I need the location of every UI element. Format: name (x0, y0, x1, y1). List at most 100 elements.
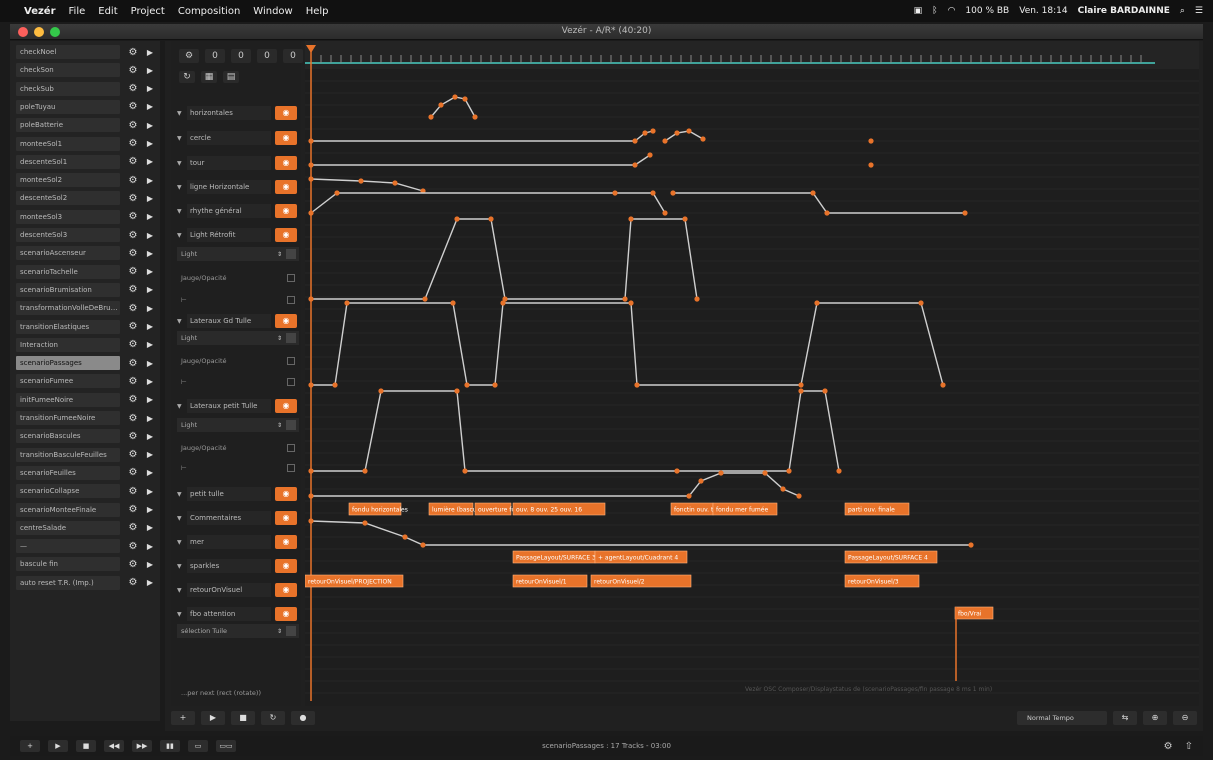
footer-button[interactable]: ▮▮ (160, 740, 180, 752)
composition-item[interactable]: centreSalade ⚙ ▶ (16, 520, 160, 535)
composition-item[interactable]: transformationVolleDeBrume ⚙ ▶ (16, 301, 160, 316)
track-name[interactable]: sparkles (187, 559, 271, 573)
gear-icon[interactable]: ⚙ (126, 339, 140, 350)
value-checkbox[interactable] (287, 464, 295, 472)
composition-item[interactable]: checkSon ⚙ ▶ (16, 63, 160, 78)
color-swatch[interactable] (286, 333, 296, 343)
transport-button[interactable]: ▶ (201, 711, 225, 725)
gear-icon[interactable]: ⚙ (126, 248, 140, 259)
zoom-in-button[interactable]: ⊕ (1143, 711, 1167, 725)
footer-button[interactable]: ▶▶ (132, 740, 152, 752)
composition-item[interactable]: transitionBasculeFeuilles ⚙ ▶ (16, 447, 160, 462)
composition-item[interactable]: — ⚙ ▶ (16, 539, 160, 554)
gear-icon[interactable]: ⚙ (126, 120, 140, 131)
track-row[interactable]: ▼ tour ◉ (177, 155, 299, 171)
track-name[interactable]: petit tulle (187, 487, 271, 501)
play-icon[interactable]: ▶ (144, 121, 156, 130)
composition-item[interactable]: descenteSol3 ⚙ ▶ (16, 228, 160, 242)
disclosure-icon[interactable]: ▼ (177, 110, 187, 117)
gear-icon[interactable]: ⚙ (126, 376, 140, 387)
play-icon[interactable]: ▶ (144, 450, 156, 459)
track-name[interactable]: horizontales (187, 106, 271, 120)
dmx-checkbox[interactable] (287, 444, 295, 452)
play-icon[interactable]: ▶ (144, 432, 156, 441)
disclosure-icon[interactable]: ▼ (177, 611, 187, 618)
transport-button[interactable]: ● (291, 711, 315, 725)
tp-gear-button[interactable]: ⚙ (179, 49, 199, 63)
tp-field-0[interactable]: 0 (205, 49, 225, 63)
track-row[interactable]: ▼ Lateraux petit Tulle ◉ (177, 398, 299, 414)
track-name[interactable]: retourOnVisuel (187, 583, 271, 597)
settings-icon[interactable]: ⚙ (1164, 741, 1173, 752)
eye-icon[interactable]: ◉ (275, 204, 297, 218)
eye-icon[interactable]: ◉ (275, 487, 297, 501)
composition-item[interactable]: scenarioBrumisation ⚙ ▶ (16, 282, 160, 297)
tp-field-2[interactable]: 0 (257, 49, 277, 63)
last-track-row[interactable]: ...per next (rect (rotate)) (177, 686, 299, 700)
disclosure-icon[interactable]: ▼ (177, 160, 187, 167)
composition-item[interactable]: Interaction ⚙ ▶ (16, 337, 160, 352)
play-icon[interactable]: ▶ (144, 359, 156, 368)
composition-item[interactable]: auto reset T.R. (Imp.) ⚙ ▶ (16, 575, 160, 590)
play-icon[interactable]: ▶ (144, 84, 156, 93)
transport-button[interactable]: ■ (231, 711, 255, 725)
eye-icon[interactable]: ◉ (275, 180, 297, 194)
play-icon[interactable]: ▶ (144, 377, 156, 386)
export-icon[interactable]: ⇧ (1185, 741, 1193, 752)
track-name[interactable]: ligne Horizontale (187, 180, 271, 194)
color-swatch[interactable] (286, 626, 296, 636)
gear-icon[interactable]: ⚙ (126, 175, 140, 186)
footer-button[interactable]: ▶ (48, 740, 68, 752)
composition-item[interactable]: poleTuyau ⚙ ▶ (16, 99, 160, 114)
gear-icon[interactable]: ⚙ (126, 522, 140, 533)
footer-button[interactable]: ■ (76, 740, 96, 752)
play-icon[interactable]: ▶ (144, 468, 156, 477)
gear-icon[interactable]: ⚙ (126, 266, 140, 277)
track-row[interactable]: ▼ horizontales ◉ (177, 105, 299, 121)
gear-icon[interactable]: ⚙ (126, 321, 140, 332)
tempo-select[interactable]: Normal Tempo (1017, 711, 1107, 725)
timeline[interactable]: fondu horizontales lumière (bascule) ouver… (305, 41, 1199, 706)
track-row[interactable]: ▼ Commentaires ◉ (177, 510, 299, 526)
eye-icon[interactable]: ◉ (275, 314, 297, 328)
eye-icon[interactable]: ◉ (275, 511, 297, 525)
play-icon[interactable]: ▶ (144, 560, 156, 569)
menu-window[interactable]: Window (253, 6, 292, 17)
gear-icon[interactable]: ⚙ (126, 193, 140, 204)
disclosure-icon[interactable]: ▼ (177, 539, 187, 546)
play-icon[interactable]: ▶ (144, 176, 156, 185)
disclosure-icon[interactable]: ▼ (177, 184, 187, 191)
play-icon[interactable]: ▶ (144, 194, 156, 203)
grid-icon[interactable]: ▤ (223, 71, 239, 83)
play-icon[interactable]: ▶ (144, 340, 156, 349)
disclosure-icon[interactable]: ▼ (177, 515, 187, 522)
menu-project[interactable]: Project (131, 6, 165, 17)
eye-icon[interactable]: ◉ (275, 583, 297, 597)
eye-icon[interactable]: ◉ (275, 535, 297, 549)
composition-item[interactable]: scenarioFeuilles ⚙ ▶ (16, 465, 160, 480)
light-select[interactable]: Light ⇕ (177, 247, 299, 261)
play-icon[interactable]: ▶ (144, 66, 156, 75)
gear-icon[interactable]: ⚙ (126, 486, 140, 497)
battery-text[interactable]: 100 % BB (965, 6, 1009, 16)
disclosure-icon[interactable]: ▼ (177, 318, 187, 325)
gear-icon[interactable]: ⚙ (126, 65, 140, 76)
composition-item[interactable]: scenarioPassages ⚙ ▶ (16, 356, 160, 371)
track-name[interactable]: cercle (187, 131, 271, 145)
dmx-checkbox[interactable] (287, 357, 295, 365)
tp-field-1[interactable]: 0 (231, 49, 251, 63)
track-row[interactable]: ▼ Lateraux Gd Tulle ◉ (177, 313, 299, 329)
play-icon[interactable]: ▶ (144, 139, 156, 148)
play-icon[interactable]: ▶ (144, 487, 156, 496)
composition-item[interactable]: checkNoel ⚙ ▶ (16, 45, 160, 59)
color-swatch[interactable] (286, 249, 296, 259)
gear-icon[interactable]: ⚙ (126, 431, 140, 442)
gear-icon[interactable]: ⚙ (126, 541, 140, 552)
play-icon[interactable]: ▶ (144, 505, 156, 514)
track-name[interactable]: rhythe général (187, 204, 271, 218)
composition-item[interactable]: descenteSol2 ⚙ ▶ (16, 191, 160, 206)
play-icon[interactable]: ▶ (144, 285, 156, 294)
eye-icon[interactable]: ◉ (275, 607, 297, 621)
track-name[interactable]: Light Rétrofit (187, 228, 271, 242)
shield-icon[interactable]: ▣ (914, 6, 923, 16)
